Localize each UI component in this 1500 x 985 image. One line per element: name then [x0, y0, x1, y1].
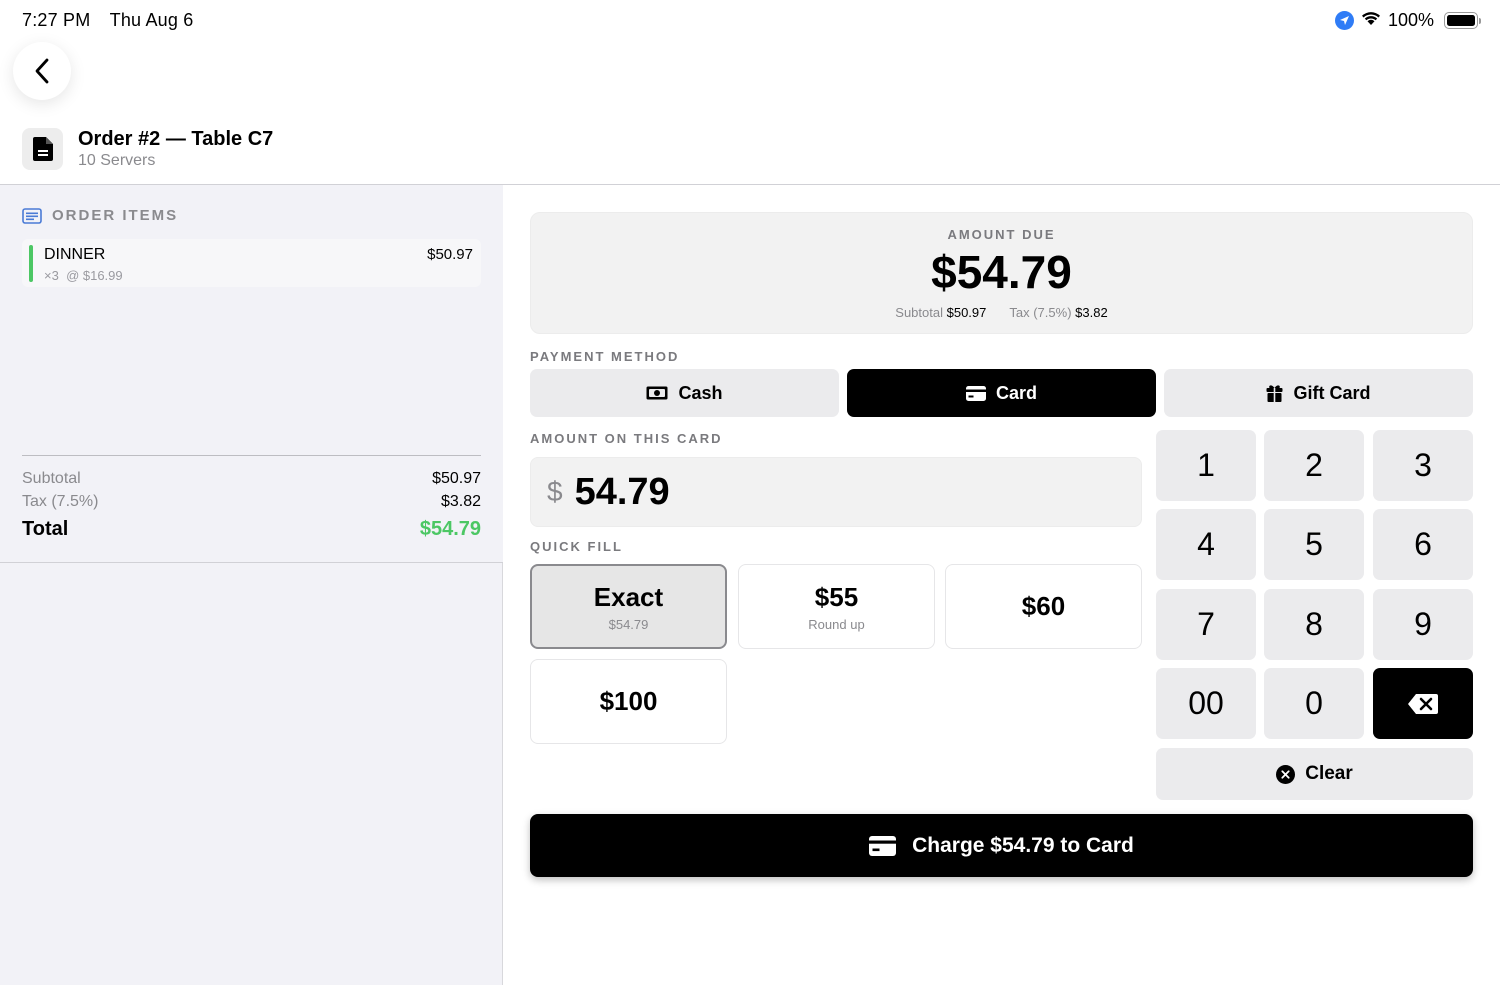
quick-fill-exact-sub: $54.79 — [608, 616, 649, 632]
keypad-key-3[interactable]: 3 — [1373, 430, 1473, 501]
item-qty-count: ×3 — [44, 268, 59, 283]
ad-tax-label: Tax (7.5%) — [1009, 305, 1072, 320]
amount-input-value: 54.79 — [574, 470, 670, 513]
quick-fill-55-button[interactable]: $55 Round up — [738, 564, 935, 649]
payment-gift-card-button[interactable]: Gift Card — [1164, 369, 1473, 417]
quick-fill-60-label: $60 — [1021, 591, 1066, 621]
clear-circle-icon — [1276, 764, 1296, 784]
quick-fill-55-sub: Round up — [808, 616, 865, 632]
quick-fill-exact-label: Exact — [593, 581, 664, 612]
total-row: Total $54.79 — [22, 518, 481, 541]
total-value: $54.79 — [419, 518, 481, 540]
back-button[interactable] — [13, 42, 71, 100]
order-items-heading-text: ORDER ITEMS — [52, 207, 179, 224]
order-header: Order #2 — Table C7 10 Servers — [22, 128, 273, 170]
quick-fill-100-label: $100 — [599, 686, 658, 716]
page-subtitle: 10 Servers — [78, 152, 156, 169]
totals-divider — [22, 455, 481, 456]
status-date: Thu Aug 6 — [109, 10, 194, 30]
currency-symbol: $ — [547, 476, 563, 507]
item-unit-price: @ $16.99 — [66, 268, 123, 283]
battery-icon — [1444, 12, 1481, 29]
amount-due-breakdown: Subtotal $50.97 Tax (7.5%) $3.82 — [531, 305, 1472, 320]
charge-button[interactable]: Charge $54.79 to Card — [530, 814, 1473, 877]
status-right: 100% — [1334, 10, 1481, 31]
quick-fill-55-label: $55 — [814, 581, 859, 612]
item-qty: ×3 @ $16.99 — [44, 268, 123, 283]
page-title: Order #2 — Table C7 — [78, 128, 274, 150]
cash-icon — [646, 386, 668, 400]
battery-percent: 100% — [1387, 10, 1434, 30]
order-title-wrap: Order #2 — Table C7 10 Servers — [78, 128, 273, 170]
amount-input[interactable]: $ 54.79 — [530, 457, 1142, 527]
keypad-backspace-button[interactable] — [1373, 668, 1473, 739]
chevron-left-icon — [35, 58, 49, 84]
item-accent-bar — [29, 245, 33, 282]
quick-fill-exact-button[interactable]: Exact $54.79 — [530, 564, 727, 649]
status-left: 7:27 PM Thu Aug 6 — [22, 10, 194, 31]
quick-fill-60-button[interactable]: $60 — [945, 564, 1142, 649]
charge-label: Charge $54.79 to Card — [912, 833, 1134, 857]
item-name: DINNER — [44, 246, 106, 263]
order-items-heading: ORDER ITEMS — [22, 207, 178, 224]
tax-label: Tax (7.5%) — [22, 493, 99, 510]
keypad-key-8[interactable]: 8 — [1264, 589, 1364, 660]
ad-subtotal-label: Subtotal — [895, 305, 943, 320]
keypad-key-7[interactable]: 7 — [1156, 589, 1256, 660]
quick-fill-label: QUICK FILL — [530, 539, 623, 554]
battery-fill — [1447, 15, 1475, 26]
quick-fill-100-button[interactable]: $100 — [530, 659, 727, 744]
payment-card-button[interactable]: Card — [847, 369, 1156, 417]
keypad-key-4[interactable]: 4 — [1156, 509, 1256, 580]
tax-row: Tax (7.5%) $3.82 — [22, 493, 481, 511]
keypad-key-2[interactable]: 2 — [1264, 430, 1364, 501]
subtotal-value: $50.97 — [432, 470, 481, 487]
status-time: 7:27 PM — [22, 10, 91, 30]
order-summary: ORDER ITEMS DINNER ×3 @ $16.99 $50.97 Su… — [0, 185, 503, 563]
amount-due-card: AMOUNT DUE $54.79 Subtotal $50.97 Tax (7… — [530, 212, 1473, 334]
list-item[interactable]: DINNER ×3 @ $16.99 $50.97 — [22, 239, 481, 287]
clear-label: Clear — [1305, 763, 1353, 784]
document-icon — [22, 128, 63, 170]
ad-subtotal-value: $50.97 — [946, 305, 987, 320]
keypad-key-00[interactable]: 00 — [1156, 668, 1256, 739]
ad-tax-value: $3.82 — [1075, 305, 1108, 320]
keypad-key-9[interactable]: 9 — [1373, 589, 1473, 660]
location-icon — [1334, 11, 1354, 30]
wifi-icon — [1360, 10, 1382, 31]
amount-due-label: AMOUNT DUE — [947, 227, 1056, 242]
backspace-icon — [1408, 693, 1438, 714]
amount-due-value: $54.79 — [931, 246, 1072, 298]
item-price: $50.97 — [427, 246, 473, 263]
payment-gift-card-label: Gift Card — [1293, 382, 1371, 403]
total-label: Total — [22, 518, 69, 540]
card-icon — [869, 835, 897, 856]
keypad-key-5[interactable]: 5 — [1264, 509, 1364, 580]
clear-button[interactable]: Clear — [1156, 748, 1473, 800]
payment-cash-button[interactable]: Cash — [530, 369, 839, 417]
keypad-key-6[interactable]: 6 — [1373, 509, 1473, 580]
payment-card-label: Card — [995, 382, 1037, 403]
payment-method-label: PAYMENT METHOD — [530, 349, 680, 364]
keypad-key-0[interactable]: 0 — [1264, 668, 1364, 739]
list-icon — [22, 207, 42, 224]
subtotal-label: Subtotal — [22, 470, 81, 487]
left-panel: ORDER ITEMS DINNER ×3 @ $16.99 $50.97 Su… — [0, 185, 503, 985]
amount-input-label: AMOUNT ON THIS CARD — [530, 431, 723, 446]
payment-cash-label: Cash — [678, 382, 723, 403]
keypad-key-1[interactable]: 1 — [1156, 430, 1256, 501]
tax-value: $3.82 — [440, 493, 481, 510]
card-icon — [965, 385, 986, 401]
subtotal-row: Subtotal $50.97 — [22, 470, 481, 488]
gift-icon — [1266, 385, 1283, 402]
status-bar: 7:27 PM Thu Aug 6 100% — [0, 0, 1500, 42]
